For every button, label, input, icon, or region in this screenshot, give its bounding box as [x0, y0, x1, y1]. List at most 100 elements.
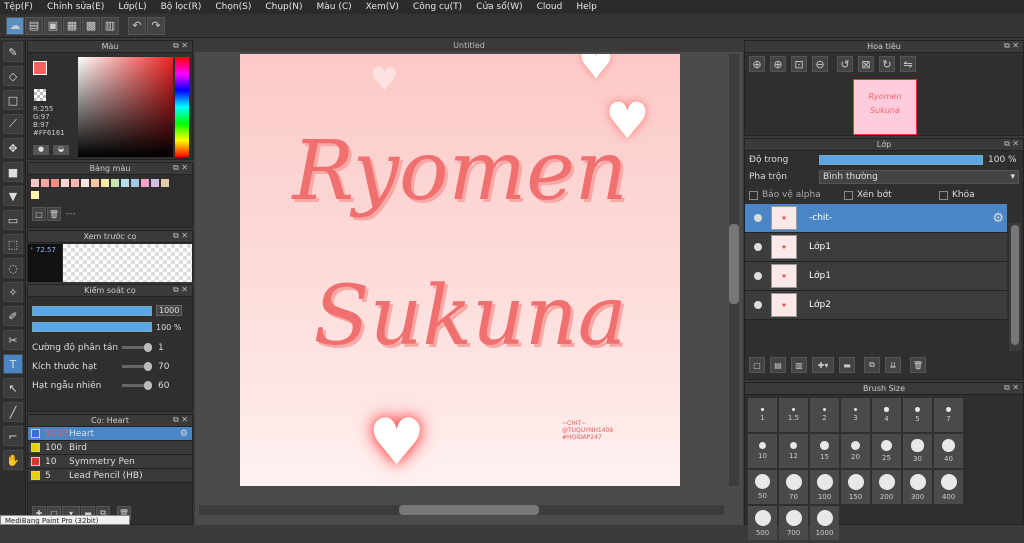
color-option-button[interactable]: ● [33, 145, 49, 155]
param-slider[interactable] [122, 381, 152, 390]
lasso-tool-icon[interactable]: ◌ [3, 258, 23, 278]
panel-icon[interactable]: ▦ [63, 16, 81, 35]
comment-icon[interactable]: ▣ [44, 16, 62, 35]
bucket-tool-icon[interactable]: ▼ [3, 186, 23, 206]
undo-icon[interactable]: ↶ [128, 16, 146, 35]
layer-scrollbar[interactable] [1009, 223, 1021, 351]
clip-checkbox[interactable] [844, 190, 853, 200]
divide-tool-icon[interactable]: ╱ [3, 402, 23, 422]
panel-close-icon[interactable]: ⧉ ✕ [173, 231, 188, 241]
rotate-left-icon[interactable]: ↺ [837, 56, 853, 72]
grid-icon[interactable]: ▩ [82, 16, 100, 35]
brush-size-cell[interactable]: 2 [810, 398, 839, 432]
menu-item[interactable]: Help [576, 2, 597, 12]
select-eraser-tool-icon[interactable]: ✂ [3, 330, 23, 350]
new-layer-8bit-icon[interactable]: ▤ [770, 357, 786, 373]
document-tab[interactable]: Untitled [195, 40, 743, 52]
brush-item[interactable]: 10 Symmetry Pen [28, 455, 192, 469]
add-layer-menu-icon[interactable]: ✚▾ [812, 357, 834, 373]
brush-item[interactable]: 1000 Heart ⚙ [28, 427, 192, 441]
brush-size-cell[interactable]: 10 [748, 434, 777, 468]
palette-swatch[interactable] [131, 179, 139, 187]
menu-item[interactable]: Chụp(N) [265, 2, 302, 12]
operation-tool-icon[interactable]: ↖ [3, 378, 23, 398]
line-tool-icon[interactable]: ⟋ [3, 114, 23, 134]
brush-size-cell[interactable]: 5 [903, 398, 932, 432]
brush-size-cell[interactable]: 400 [934, 470, 963, 504]
move-tool-icon[interactable]: ✥ [3, 138, 23, 158]
brush-size-cell[interactable]: 500 [748, 506, 777, 540]
new-layer-1bit-icon[interactable]: ▥ [791, 357, 807, 373]
brush-tool-icon[interactable]: ✎ [3, 42, 23, 62]
delete-layer-icon[interactable]: 🗑 [910, 357, 926, 373]
brush-item[interactable]: 5 Lead Pencil (HB) [28, 469, 192, 483]
new-layer-icon[interactable]: ▢ [749, 357, 765, 373]
brush-size-cell[interactable]: 7 [934, 398, 963, 432]
layer-row[interactable]: ♥ Lớp2 [745, 291, 1007, 320]
zoom-in-icon[interactable]: ⊕ [749, 56, 765, 72]
palette-swatch[interactable] [71, 179, 79, 187]
brush-size-cell[interactable]: 40 [934, 434, 963, 468]
menu-item[interactable]: Lớp(L) [118, 2, 146, 12]
menu-item[interactable]: Xem(V) [366, 2, 399, 12]
brush-size-cell[interactable]: 20 [841, 434, 870, 468]
layers-icon[interactable]: ▥ [101, 16, 119, 35]
menu-item[interactable]: Chỉnh sửa(E) [47, 2, 104, 12]
new-palette-icon[interactable]: ▢ [32, 207, 46, 221]
merge-layer-icon[interactable]: ⇊ [885, 357, 901, 373]
brush-size-cell[interactable]: 12 [779, 434, 808, 468]
panel-close-icon[interactable]: ⧉ ✕ [173, 415, 188, 425]
hand-tool-icon[interactable]: ✋ [3, 450, 23, 470]
color-picker-button[interactable]: ◒ [53, 145, 69, 155]
palette-swatch[interactable] [91, 179, 99, 187]
panel-close-icon[interactable]: ⧉ ✕ [1004, 383, 1019, 393]
brush-size-cell[interactable]: 200 [872, 470, 901, 504]
cloud-icon[interactable]: ☁ [6, 16, 24, 35]
brush-size-cell[interactable]: 150 [841, 470, 870, 504]
param-slider[interactable] [122, 362, 152, 371]
hue-slider[interactable] [175, 57, 189, 157]
zoom-in-alt-icon[interactable]: ⊕ [770, 56, 786, 72]
document-canvas[interactable]: ♥ ♥ ♥ ♥ Ryomen Sukuna ~CHIT~ @TUQUYNH140… [240, 54, 680, 486]
palette-swatch[interactable] [151, 179, 159, 187]
saturation-value-picker[interactable] [78, 57, 173, 157]
brush-size-cell[interactable]: 3 [841, 398, 870, 432]
menu-item[interactable]: Tệp(F) [4, 2, 33, 12]
gear-icon[interactable]: ⚙ [992, 211, 1004, 226]
panel-close-icon[interactable]: ⧉ ✕ [173, 285, 188, 295]
flip-icon[interactable]: ⇋ [900, 56, 916, 72]
blend-mode-select[interactable]: Bình thường ▾ [819, 170, 1019, 184]
shape-tool-icon[interactable]: □ [3, 90, 23, 110]
rotate-right-icon[interactable]: ↻ [879, 56, 895, 72]
palette-swatch[interactable] [41, 179, 49, 187]
protect-alpha-checkbox[interactable] [749, 190, 758, 200]
transparent-swatch[interactable] [34, 89, 46, 101]
palette-swatch[interactable] [61, 179, 69, 187]
brush-size-cell[interactable]: 50 [748, 470, 777, 504]
layer-row[interactable]: ♥ Lớp1 [745, 233, 1007, 262]
brush-size-cell[interactable]: 700 [779, 506, 808, 540]
menu-item[interactable]: Cửa sổ(W) [476, 2, 522, 12]
zoom-out-icon[interactable]: ⊖ [812, 56, 828, 72]
brush-size-cell[interactable]: 15 [810, 434, 839, 468]
fit-icon[interactable]: ⊡ [791, 56, 807, 72]
brush-opacity-slider[interactable] [32, 322, 152, 332]
palette-swatch[interactable] [31, 191, 39, 199]
menu-item[interactable]: Màu (C) [317, 2, 352, 12]
vertical-scrollbar[interactable] [729, 54, 739, 486]
brush-size-cell[interactable]: 70 [779, 470, 808, 504]
palette-swatch[interactable] [121, 179, 129, 187]
palette-swatch[interactable] [101, 179, 109, 187]
brush-size-cell[interactable]: 4 [872, 398, 901, 432]
menu-item[interactable]: Bộ lọc(R) [161, 2, 202, 12]
eye-icon[interactable] [754, 301, 762, 309]
brush-size-cell[interactable]: 1.5 [779, 398, 808, 432]
menu-item[interactable]: Cloud [537, 2, 563, 12]
panel-close-icon[interactable]: ⧉ ✕ [173, 41, 188, 51]
palette-swatch[interactable] [161, 179, 169, 187]
palette-swatch[interactable] [51, 179, 59, 187]
eye-icon[interactable] [754, 214, 762, 222]
layer-row[interactable]: ♥ Lớp1 [745, 262, 1007, 291]
reset-view-icon[interactable]: ⊠ [858, 56, 874, 72]
chat-icon[interactable]: ▤ [25, 16, 43, 35]
